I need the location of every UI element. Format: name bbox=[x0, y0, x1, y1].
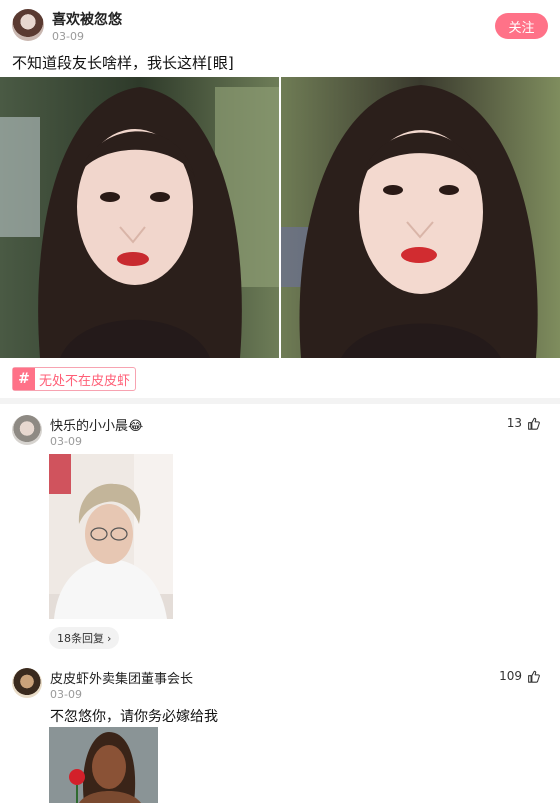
comment-author-name[interactable]: 快乐的小小晨😂 bbox=[50, 415, 143, 434]
post-photo-2[interactable] bbox=[281, 77, 560, 358]
topic-label: 无处不在皮皮虾 bbox=[39, 373, 131, 389]
comment-date: 03-09 bbox=[50, 435, 82, 448]
replies-label: 18条回复 bbox=[57, 632, 104, 645]
author-avatar[interactable] bbox=[12, 9, 44, 41]
comment-date: 03-09 bbox=[50, 688, 82, 701]
post-date: 03-09 bbox=[52, 30, 84, 43]
like-button[interactable]: 109 bbox=[499, 669, 540, 683]
comment-author-name[interactable]: 皮皮虾外卖集团董事会长 bbox=[50, 668, 193, 687]
post-text: 不知道段友长啥样，我长这样[眼] bbox=[12, 54, 234, 72]
comment-image[interactable] bbox=[49, 454, 173, 619]
follow-button[interactable]: 关注 bbox=[495, 13, 548, 39]
chevron-right-icon: › bbox=[107, 631, 112, 645]
comment-image[interactable] bbox=[49, 727, 158, 803]
section-divider bbox=[0, 398, 560, 404]
view-replies-button[interactable]: 18条回复 › bbox=[49, 627, 120, 649]
comment-avatar[interactable] bbox=[12, 415, 42, 445]
like-count: 13 bbox=[506, 416, 522, 430]
like-button[interactable]: 13 bbox=[507, 416, 540, 430]
thumbs-up-icon bbox=[528, 670, 540, 683]
like-count: 109 bbox=[499, 669, 522, 683]
post-author-name[interactable]: 喜欢被忽悠 bbox=[52, 9, 122, 29]
thumbs-up-icon bbox=[528, 417, 540, 430]
topic-tag[interactable]: # 无处不在皮皮虾 bbox=[12, 367, 137, 391]
post-photo-1[interactable] bbox=[0, 77, 279, 358]
comment-avatar[interactable] bbox=[12, 668, 42, 698]
hashtag-icon: # bbox=[13, 368, 35, 390]
comment-text: 不忽悠你，请你务必嫁给我 bbox=[50, 709, 218, 725]
